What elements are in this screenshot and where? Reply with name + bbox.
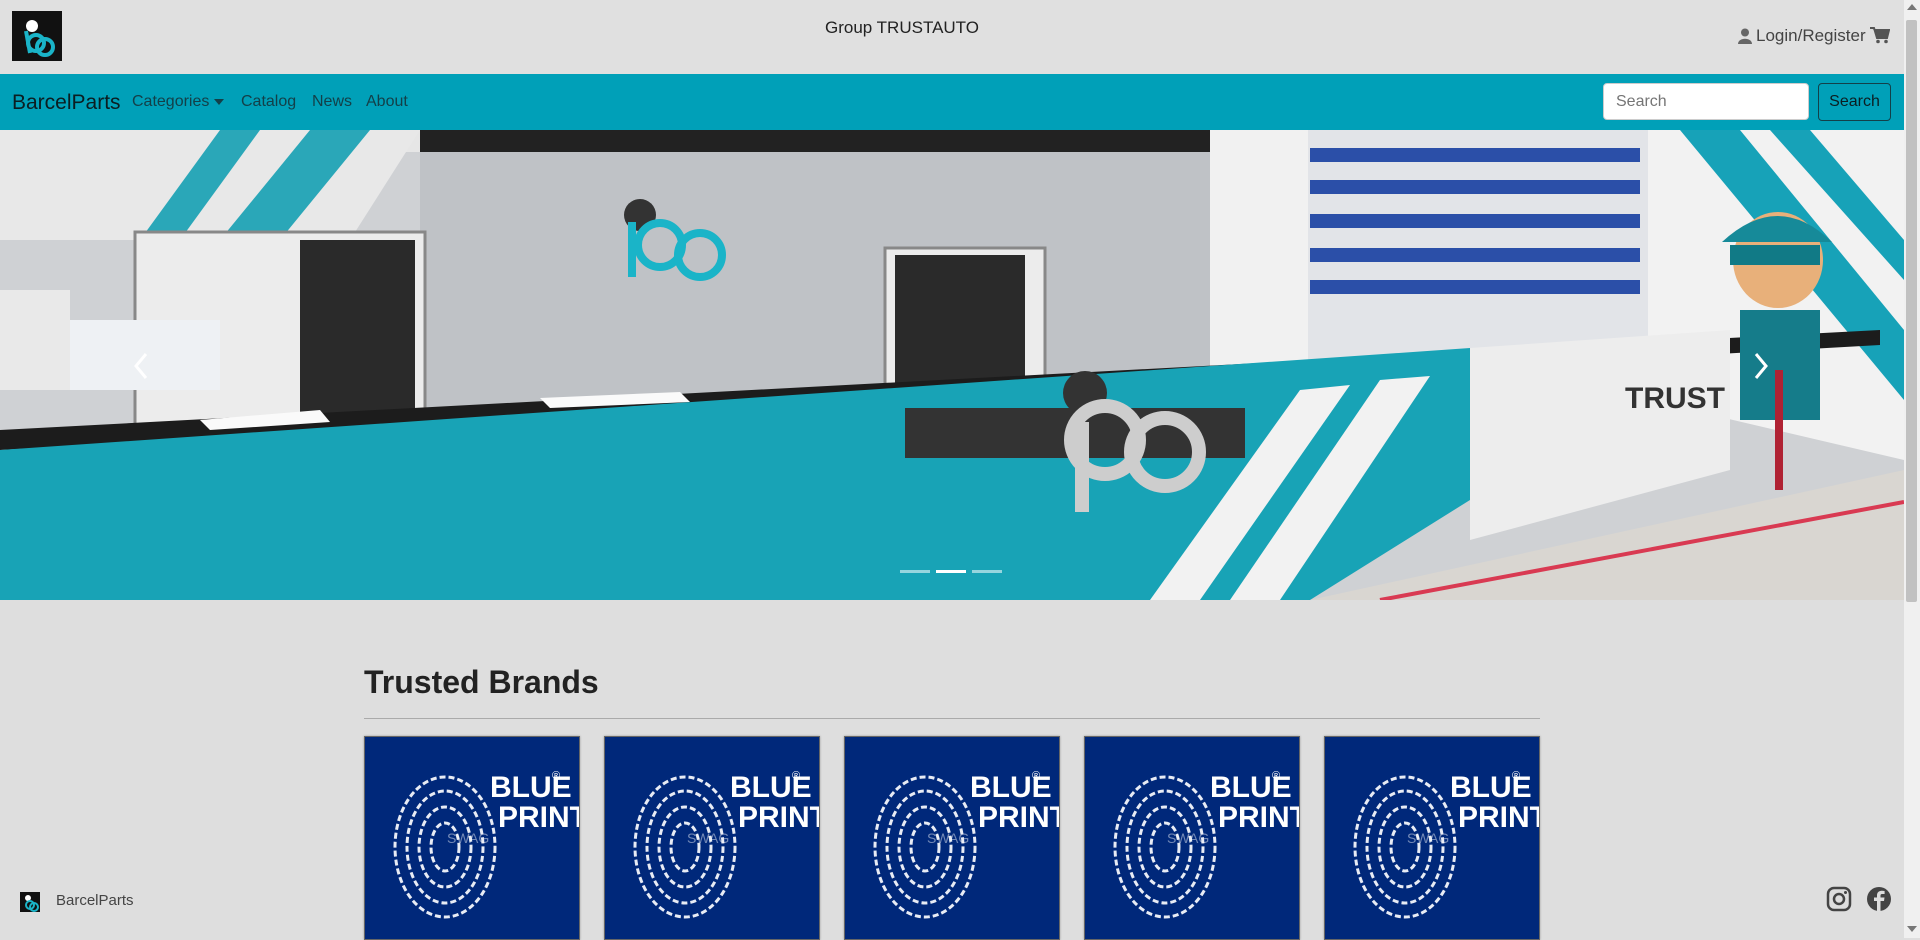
carousel-indicators <box>900 570 1002 573</box>
group-title: Group TRUSTAUTO <box>825 18 979 37</box>
registered-mark: ® <box>792 770 800 782</box>
instagram-icon[interactable] <box>1826 886 1852 912</box>
blueprint-logo-5: BLUE ® PRINT SWAG <box>1353 770 1539 919</box>
search-button[interactable]: Search <box>1818 83 1891 121</box>
brand-card-1[interactable]: BLUE ® PRINT SWAG <box>364 736 580 940</box>
search-input[interactable] <box>1603 83 1809 120</box>
caret-down-icon <box>214 98 225 105</box>
hero-store-image: TRUST <box>0 130 1904 600</box>
cart-icon[interactable] <box>1870 26 1891 49</box>
hero-carousel: TRUST <box>0 130 1904 600</box>
blueprint-logo-1: BLUE ® PRINT SWAG <box>393 770 579 919</box>
brand-card-4[interactable]: BLUE ® PRINT SWAG <box>1084 736 1300 940</box>
nav-catalog[interactable]: Catalog <box>241 93 296 111</box>
carousel-indicator-3[interactable] <box>972 570 1002 573</box>
nav-news[interactable]: News <box>312 93 352 111</box>
brand-line2: PRINT <box>498 801 579 834</box>
brand-line2: PRINT <box>1218 801 1299 834</box>
registered-mark: ® <box>1272 770 1280 782</box>
trusted-brands-title: Trusted Brands <box>364 664 599 700</box>
carousel-next-icon[interactable] <box>1746 348 1776 384</box>
carousel-indicator-1[interactable] <box>900 570 930 573</box>
brand-card-2[interactable]: BLUE ® PRINT SWAG <box>604 736 820 940</box>
nav-categories-label: Categories <box>132 93 210 110</box>
nav-categories[interactable]: Categories <box>132 93 225 111</box>
swag-watermark: SWAG <box>927 830 969 846</box>
trust-sign-text: TRUST <box>1625 382 1725 415</box>
main-navbar: BarcelParts Categories Catalog News Abou… <box>0 74 1904 130</box>
blueprint-logo-4: BLUE ® PRINT SWAG <box>1113 770 1299 919</box>
blueprint-logo-2: BLUE ® PRINT SWAG <box>633 770 819 919</box>
footer-site-name[interactable]: BarcelParts <box>56 892 134 909</box>
nav-about[interactable]: About <box>366 93 408 111</box>
brand-card-5[interactable]: BLUE ® PRINT SWAG <box>1324 736 1540 940</box>
registered-mark: ® <box>1512 770 1520 782</box>
swag-watermark: SWAG <box>687 830 729 846</box>
top-bar: Group TRUSTAUTO Login/Register <box>0 0 1904 74</box>
section-divider <box>364 718 1540 719</box>
registered-mark: ® <box>1032 770 1040 782</box>
scrollbar-thumb[interactable] <box>1906 20 1917 602</box>
login-register-link[interactable]: Login/Register <box>1738 26 1866 46</box>
swag-watermark: SWAG <box>447 830 489 846</box>
scroll-up-icon[interactable] <box>1907 4 1917 10</box>
scroll-down-icon[interactable] <box>1907 926 1917 932</box>
swag-watermark: SWAG <box>1167 830 1209 846</box>
login-register-label: Login/Register <box>1756 26 1866 45</box>
brand-card-3[interactable]: BLUE ® PRINT SWAG <box>844 736 1060 940</box>
registered-mark: ® <box>552 770 560 782</box>
swag-watermark: SWAG <box>1407 830 1449 846</box>
brand-line2: PRINT <box>978 801 1059 834</box>
navbar-brand[interactable]: BarcelParts <box>12 91 121 115</box>
brand-line2: PRINT <box>738 801 819 834</box>
user-icon <box>1738 28 1752 44</box>
brand-line2: PRINT <box>1458 801 1539 834</box>
carousel-indicator-2[interactable] <box>936 570 966 573</box>
carousel-prev-icon[interactable] <box>126 348 156 384</box>
facebook-icon[interactable] <box>1866 886 1892 912</box>
blueprint-logo-3: BLUE ® PRINT SWAG <box>873 770 1059 919</box>
footer-logo-icon[interactable] <box>20 892 40 912</box>
